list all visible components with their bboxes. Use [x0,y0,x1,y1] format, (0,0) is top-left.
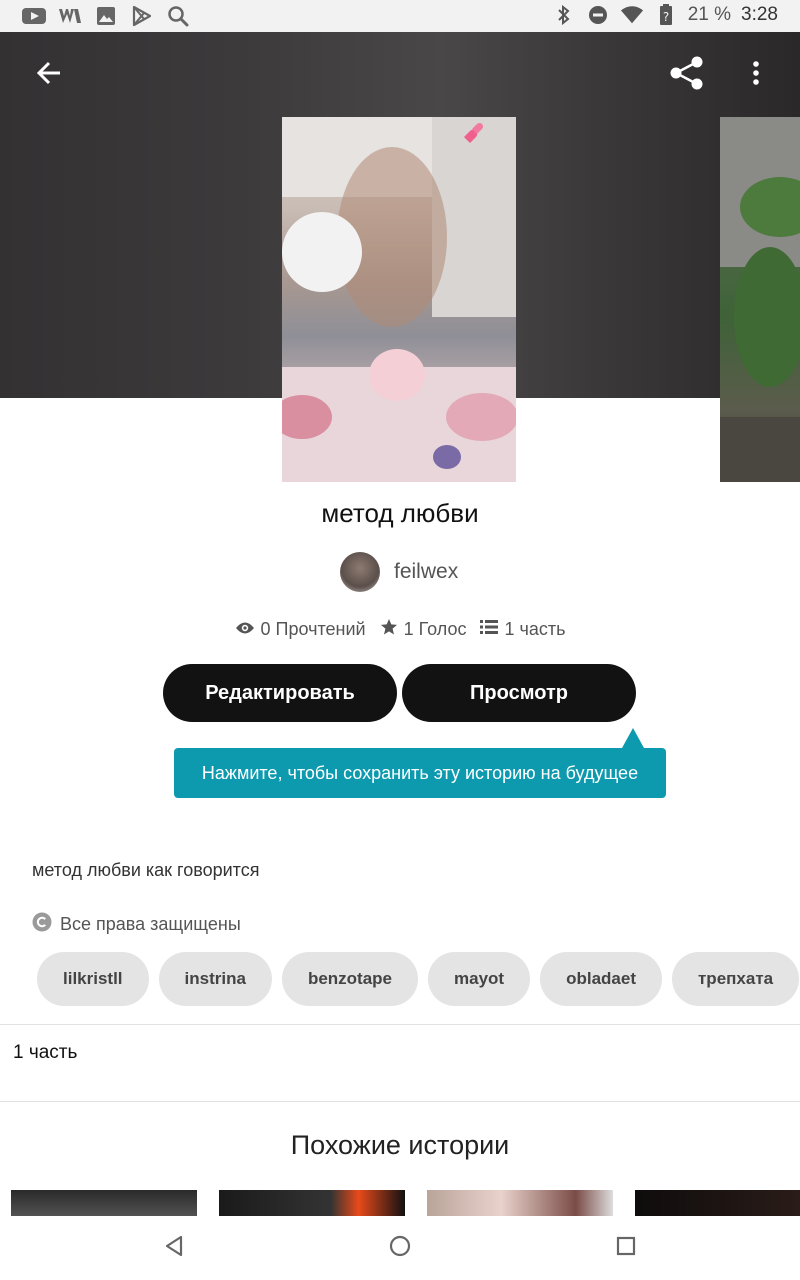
battery-percent: 21 % [687,4,732,25]
copyright-text: Все права защищены [60,914,241,934]
more-vertical-icon [752,60,760,91]
votes-count: 1 Голос [403,619,467,639]
arrow-left-icon [36,60,62,91]
dnd-icon [586,4,610,26]
share-button[interactable] [663,51,711,99]
youtube-icon [22,5,46,27]
back-button[interactable] [25,51,73,99]
circle-home-icon [389,1235,411,1262]
reads-count: 0 Прочтений [260,619,366,639]
similar-story-cover[interactable] [219,1190,405,1218]
similar-story-cover[interactable] [427,1190,613,1218]
status-bar: ? 21 % 3:28 [0,0,800,32]
tag-chip[interactable]: mayot [428,952,531,1006]
tag-chip[interactable]: benzotape [281,952,418,1006]
bluetooth-icon [552,4,576,26]
tag-chip[interactable]: lilkristll [37,952,149,1006]
story-stats: 0 Прочтений 1 Голос 1 часть [0,618,800,641]
copyright-icon [32,912,52,937]
nav-back-button[interactable] [156,1230,192,1266]
more-options-button[interactable] [732,51,780,99]
avatar [340,552,380,592]
square-recents-icon [616,1236,636,1261]
system-nav-bar [0,1216,800,1280]
tag-chip[interactable]: трепхата [671,952,800,1006]
story-cover[interactable] [282,117,516,482]
save-tooltip[interactable]: Нажмите, чтобы сохранить эту историю на … [174,748,666,798]
wifi-icon [620,4,644,26]
parts-section-label[interactable]: 1 часть [13,1042,77,1064]
reads-stat: 0 Прочтений [235,619,366,640]
star-icon [380,618,398,641]
author-name: feilwex [394,560,459,583]
next-story-cover[interactable] [720,117,800,482]
eye-icon [235,619,255,640]
votes-stat: 1 Голос [380,618,467,641]
tag-chip[interactable]: instrina [158,952,272,1006]
share-icon [669,56,705,95]
author-link[interactable]: feilwex [340,552,458,592]
tooltip-arrow [622,728,644,748]
similar-story-cover[interactable] [635,1190,800,1218]
battery-icon: ? [654,4,678,26]
story-title: метод любви [321,498,479,528]
divider [0,1101,800,1102]
parts-stat: 1 часть [480,619,565,640]
story-description: метод любви как говорится [32,860,260,880]
tag-chip[interactable]: obladaet [540,952,662,1006]
svg-text:?: ? [663,10,669,24]
divider [0,1024,800,1025]
image-icon [94,5,118,27]
nav-recents-button[interactable] [608,1230,644,1266]
nav-home-button[interactable] [382,1230,418,1266]
similar-stories-heading: Похожие истории [290,1130,510,1160]
clock: 3:28 [741,4,778,25]
edit-button[interactable]: Редактировать [163,664,397,722]
play-store-icon [130,5,154,27]
parts-count: 1 часть [504,619,566,639]
triangle-back-icon [164,1235,184,1262]
wattpad-icon [58,5,82,27]
view-button[interactable]: Просмотр [402,664,636,722]
similar-story-cover[interactable] [11,1190,197,1218]
list-icon [480,619,499,640]
search-icon [166,5,190,27]
tag-list: lilkristll instrina benzotape mayot obla… [37,952,800,1006]
copyright-notice: Все права защищены [32,912,241,937]
